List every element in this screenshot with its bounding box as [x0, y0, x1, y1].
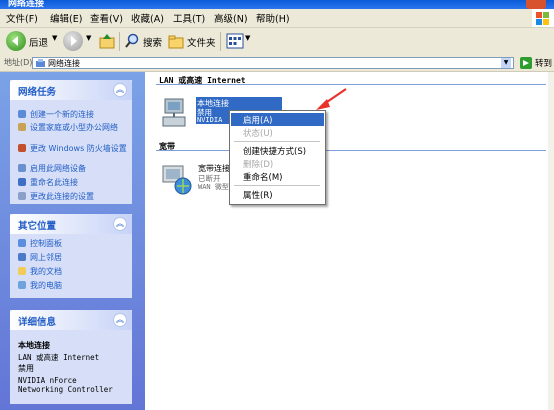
- collapse-chevron-icon[interactable]: ︽: [113, 313, 127, 327]
- network-folder-icon: [36, 59, 45, 67]
- context-menu: 启用(A) 状态(U) 创建快捷方式(S) 删除(D) 重命名(M) 属性(R): [229, 110, 326, 205]
- group-divider: [156, 84, 546, 85]
- windows-logo-icon: [532, 9, 554, 27]
- folders-icon[interactable]: [168, 33, 184, 49]
- broadband-connection-icon: [162, 165, 192, 195]
- menu-item-properties[interactable]: 属性(R): [231, 188, 324, 201]
- address-input[interactable]: 网络连接 ▼: [32, 57, 514, 69]
- menu-view[interactable]: 查看(V): [90, 11, 123, 25]
- details-panel: 详细信息 ︽ 本地连接 LAN 或高速 Internet 禁用 NVIDIA n…: [10, 310, 132, 404]
- address-value: 网络连接: [48, 59, 80, 68]
- enable-device-icon: [18, 164, 26, 172]
- address-dropdown-icon[interactable]: ▼: [501, 58, 511, 68]
- forward-arrow-icon: [71, 36, 77, 46]
- go-label: 转到: [535, 59, 553, 69]
- menu-file[interactable]: 文件(F): [6, 11, 38, 25]
- details-status: 禁用: [18, 364, 34, 373]
- details-name: 本地连接: [18, 341, 50, 350]
- network-neighborhood-icon: [18, 253, 26, 261]
- details-title: 详细信息: [18, 317, 57, 328]
- broadband-connection-device: WAN 微型: [198, 183, 229, 191]
- window-title: 网络连接: [8, 0, 45, 9]
- task-pane: 网络任务 ︽ 创建一个新的连接 设置家庭或小型办公网络 更改 Windows 防…: [0, 72, 145, 410]
- group-divider: [156, 150, 546, 151]
- new-connection-icon: [18, 110, 26, 118]
- menu-bar: 文件(F) 编辑(E) 查看(V) 收藏(A) 工具(T) 高级(N) 帮助(H…: [0, 9, 554, 28]
- home-network-icon: [18, 123, 26, 131]
- control-panel-icon: [18, 239, 26, 247]
- collapse-chevron-icon[interactable]: ︽: [113, 217, 127, 231]
- details-type: LAN 或高速 Internet: [18, 353, 100, 362]
- menu-advanced[interactable]: 高级(N): [214, 11, 248, 25]
- back-arrow-icon: [12, 36, 18, 46]
- menu-item-create-shortcut[interactable]: 创建快捷方式(S): [231, 144, 324, 157]
- forward-dropdown-icon[interactable]: ▼: [86, 34, 91, 42]
- settings-icon: [18, 192, 26, 200]
- up-folder-icon[interactable]: [98, 32, 116, 50]
- address-bar: 地址(D) 网络连接 ▼ 转到: [0, 56, 554, 72]
- vertical-scrollbar[interactable]: [548, 72, 554, 410]
- folders-label[interactable]: 文件夹: [187, 35, 216, 49]
- go-button[interactable]: 转到: [520, 57, 554, 70]
- views-icon[interactable]: [226, 33, 244, 49]
- menu-item-rename[interactable]: 重命名(M): [231, 170, 324, 183]
- network-tasks-panel: 网络任务 ︽ 创建一个新的连接 设置家庭或小型办公网络 更改 Windows 防…: [10, 80, 132, 204]
- menu-item-status: 状态(U): [243, 129, 273, 139]
- views-dropdown-icon[interactable]: ▼: [245, 34, 250, 42]
- annotation-arrow-icon: [316, 88, 347, 110]
- menu-help[interactable]: 帮助(H): [256, 11, 290, 25]
- back-label: 后退: [29, 38, 49, 49]
- network-tasks-title: 网络任务: [18, 87, 57, 98]
- network-adapter-icon: [162, 98, 186, 127]
- other-places-header[interactable]: 其它位置 ︽: [10, 214, 132, 234]
- menu-tools[interactable]: 工具(T): [173, 11, 205, 25]
- menu-edit[interactable]: 编辑(E): [50, 11, 82, 25]
- other-places-title: 其它位置: [18, 221, 57, 232]
- firewall-icon: [18, 144, 26, 152]
- address-label: 地址(D): [4, 58, 33, 67]
- my-computer-icon: [18, 281, 26, 289]
- other-places-panel: 其它位置 ︽ 控制面板 网上邻居 我的文档 我的电脑: [10, 214, 132, 298]
- title-bar: 网络连接: [0, 0, 554, 9]
- back-button[interactable]: [6, 31, 26, 51]
- collapse-chevron-icon[interactable]: ︽: [113, 83, 127, 97]
- network-tasks-header[interactable]: 网络任务 ︽: [10, 80, 132, 100]
- connections-view: LAN 或高速 Internet 本地连接 禁用 NVIDIA 宽带 宽带连接 …: [146, 72, 554, 410]
- details-header[interactable]: 详细信息 ︽: [10, 310, 132, 330]
- menu-item-delete: 删除(D): [243, 160, 274, 170]
- toolbar: 后退 ▼ ▼ 搜索 文件夹 ▼: [0, 28, 554, 57]
- rename-icon: [18, 178, 26, 186]
- menu-separator: [234, 141, 320, 142]
- search-icon[interactable]: [124, 33, 140, 49]
- search-label[interactable]: 搜索: [143, 35, 162, 49]
- go-arrow-icon: [520, 57, 532, 69]
- close-button[interactable]: [526, 0, 546, 9]
- menu-separator: [234, 185, 320, 186]
- menu-favorites[interactable]: 收藏(A): [131, 11, 164, 25]
- my-documents-icon: [18, 267, 26, 275]
- forward-button[interactable]: [63, 31, 83, 51]
- details-device: NVIDIA nForce Networking Controller: [18, 376, 113, 394]
- back-dropdown-icon[interactable]: ▼: [52, 34, 57, 42]
- local-connection-device: NVIDIA: [197, 116, 223, 124]
